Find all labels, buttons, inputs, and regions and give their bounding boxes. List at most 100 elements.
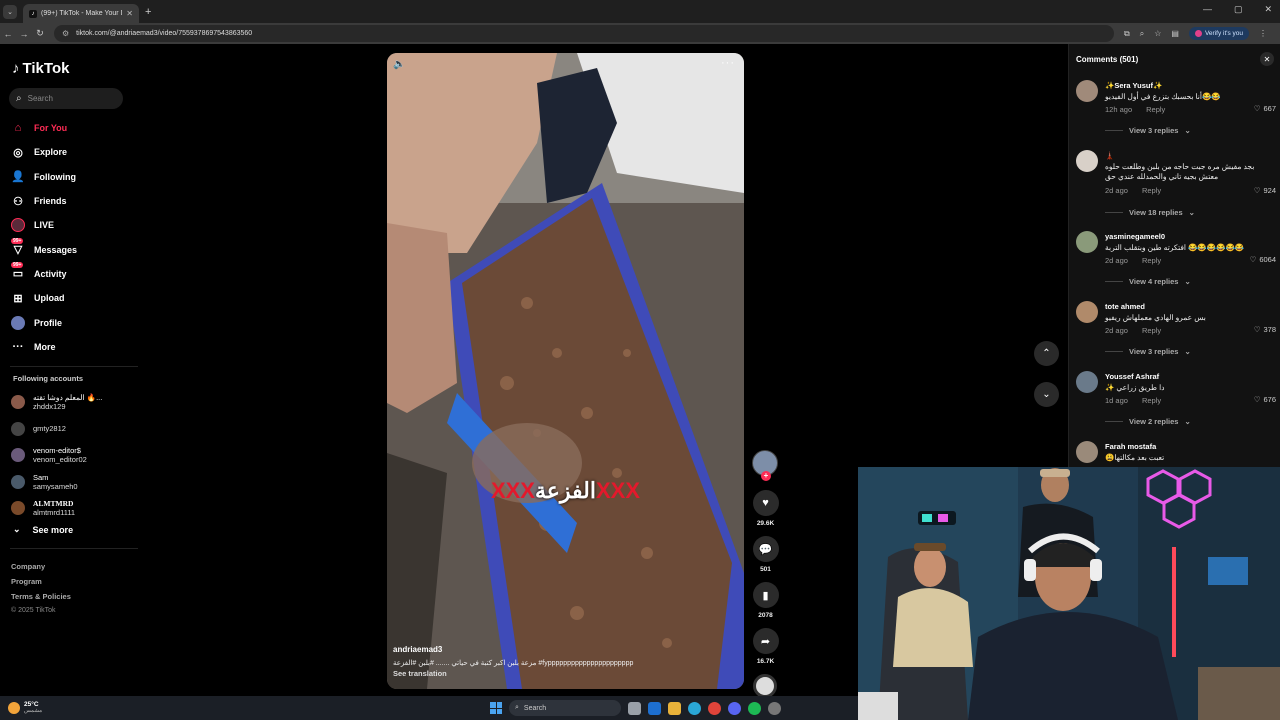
avatar[interactable] xyxy=(1076,150,1098,172)
app-icon[interactable] xyxy=(768,701,781,715)
following-account[interactable]: Sam samysameh0 xyxy=(11,469,102,496)
chrome-icon[interactable] xyxy=(708,701,721,715)
following-account[interactable]: المعلم دوشا تقته 🔥... zhddx129 xyxy=(11,389,102,416)
view-replies-button[interactable]: View 2 replies ⌄ xyxy=(1105,417,1191,426)
url-bar[interactable]: ⚙ tiktok.com/@andriaemad3/video/75593786… xyxy=(54,25,1114,42)
comment-username[interactable]: Farah mostafa xyxy=(1105,442,1156,451)
windows-start-icon[interactable] xyxy=(490,702,502,714)
new-tab-button[interactable]: + xyxy=(145,6,151,18)
comment-like[interactable]: ♡ 378 xyxy=(1254,325,1276,334)
view-replies-button[interactable]: View 3 replies ⌄ xyxy=(1105,126,1191,135)
verify-button[interactable]: Verify it's you xyxy=(1188,27,1250,40)
install-app-icon[interactable]: ⧉ xyxy=(1124,29,1130,39)
like-count: 29.6K xyxy=(756,520,775,527)
creator-avatar[interactable]: + xyxy=(752,450,778,481)
video-author[interactable]: andriaemad3 xyxy=(393,645,442,654)
tab-search-button[interactable]: ⌄ xyxy=(3,4,17,19)
see-translation-link[interactable]: See translation xyxy=(393,669,447,678)
file-explorer-icon[interactable] xyxy=(668,701,681,715)
more-options-icon[interactable]: ··· xyxy=(721,57,735,69)
reply-button[interactable]: Reply xyxy=(1142,326,1161,335)
extensions-icon[interactable]: ▤ xyxy=(1171,29,1179,38)
footer-terms-link[interactable]: Terms & Policies xyxy=(11,590,71,605)
bookmark-star-icon[interactable]: ☆ xyxy=(1154,29,1161,38)
nav-more[interactable]: ··· More xyxy=(11,335,77,359)
view-replies-label: View 4 replies xyxy=(1129,277,1179,286)
music-disc-icon[interactable] xyxy=(753,674,777,698)
nav-explore[interactable]: ◎ Explore xyxy=(11,140,77,164)
comment-like[interactable]: ♡ 676 xyxy=(1254,395,1276,404)
nav-friends[interactable]: ⚇ Friends xyxy=(11,189,77,213)
view-replies-button[interactable]: View 18 replies ⌄ xyxy=(1105,208,1195,217)
comment-like[interactable]: ♡ 924 xyxy=(1254,186,1276,195)
avatar[interactable] xyxy=(1076,231,1098,253)
video-player[interactable]: 🔈 ··· XXXالفزعةXXX andriaemad3 مزعة بلبن… xyxy=(387,53,744,689)
following-account[interactable]: ALMTMRD almtmrd1111 xyxy=(11,495,102,522)
volume-icon[interactable]: 🔈 xyxy=(393,59,405,70)
nav-messages[interactable]: ▽ 99+ Messages xyxy=(11,237,77,261)
search-input[interactable]: ⌕ Search xyxy=(9,88,123,109)
reply-button[interactable]: Reply xyxy=(1142,396,1161,405)
minimize-icon[interactable]: — xyxy=(1203,4,1212,15)
avatar[interactable] xyxy=(1076,301,1098,323)
avatar[interactable] xyxy=(1076,441,1098,463)
comment-username[interactable]: Youssef Ashraf xyxy=(1105,372,1159,381)
task-view-icon[interactable] xyxy=(628,701,641,715)
comment-username[interactable]: 🗼 xyxy=(1105,151,1114,160)
comment-username[interactable]: tote ahmed xyxy=(1105,302,1145,311)
following-account[interactable]: gmty2812 xyxy=(11,416,102,443)
reply-button[interactable]: Reply xyxy=(1146,105,1165,114)
reload-icon[interactable]: ↻ xyxy=(32,28,48,39)
view-replies-button[interactable]: View 3 replies ⌄ xyxy=(1105,347,1191,356)
weather-widget[interactable]: 25°C مشمس xyxy=(8,701,42,715)
search-placeholder: Search xyxy=(27,94,53,103)
heart-icon[interactable]: ♥ xyxy=(752,490,779,516)
reply-button[interactable]: Reply xyxy=(1142,256,1161,265)
nav-for-you[interactable]: ⌂ For You xyxy=(11,116,77,140)
back-icon[interactable]: ← xyxy=(0,29,16,39)
site-info-icon[interactable]: ⚙ xyxy=(62,29,69,38)
outlook-icon[interactable] xyxy=(648,701,661,715)
forward-icon[interactable]: → xyxy=(16,29,32,39)
see-more-button[interactable]: ⌄ See more xyxy=(13,524,73,535)
tab-close-icon[interactable]: ✕ xyxy=(126,9,133,18)
previous-video-chevron-up-icon[interactable]: ⌃ xyxy=(1034,341,1059,366)
upload-icon: ⊞ xyxy=(13,292,23,305)
comment-like[interactable]: ♡ 667 xyxy=(1254,104,1276,113)
view-replies-label: View 18 replies xyxy=(1129,208,1183,217)
nav-upload[interactable]: ⊞ Upload xyxy=(11,286,77,310)
nav-live[interactable]: LIVE xyxy=(11,213,77,237)
close-icon[interactable]: ✕ xyxy=(1260,52,1274,66)
browser-menu-icon[interactable]: ⋮ xyxy=(1259,29,1267,38)
account-handle: samysameh0 xyxy=(33,481,78,491)
avatar[interactable] xyxy=(1076,80,1098,102)
comment-like-count: 6064 xyxy=(1259,255,1276,264)
discord-icon[interactable] xyxy=(728,701,741,715)
footer-program-link[interactable]: Program xyxy=(11,575,71,590)
bookmark-icon[interactable]: ▮ xyxy=(752,582,779,608)
follow-plus-icon[interactable]: + xyxy=(761,471,771,481)
comment-icon[interactable]: 💬 xyxy=(752,536,779,562)
comment-like[interactable]: ♡ 6064 xyxy=(1250,255,1276,264)
avatar[interactable] xyxy=(1076,371,1098,393)
nav-profile[interactable]: Profile xyxy=(11,310,77,334)
browser-tab[interactable]: ♪ (99+) TikTok - Make Your Day ✕ xyxy=(23,4,139,23)
view-replies-button[interactable]: View 4 replies ⌄ xyxy=(1105,277,1191,286)
next-video-chevron-down-icon[interactable]: ⌄ xyxy=(1034,382,1059,407)
footer-company-link[interactable]: Company xyxy=(11,560,71,575)
share-icon[interactable]: ➦ xyxy=(752,628,779,654)
reply-button[interactable]: Reply xyxy=(1142,186,1161,195)
comment-username[interactable]: yasminegameel0 xyxy=(1105,232,1165,241)
following-account[interactable]: venom-editor$ venom_editor02 xyxy=(11,442,102,469)
edge-icon[interactable] xyxy=(688,701,701,715)
nav-activity[interactable]: ▭ 99+ Activity xyxy=(11,261,77,286)
close-window-icon[interactable]: ✕ xyxy=(1264,4,1272,15)
tiktok-logo[interactable]: ♪ TikTok xyxy=(12,60,69,77)
zoom-icon[interactable]: ⌕ xyxy=(1140,29,1144,39)
spotify-icon[interactable] xyxy=(748,701,761,715)
maximize-icon[interactable]: ▢ xyxy=(1234,4,1243,15)
nav-following[interactable]: 👤 Following xyxy=(11,165,77,189)
heart-outline-icon: ♡ xyxy=(1253,395,1261,404)
comment-username[interactable]: ✨Sera Yusuf✨ xyxy=(1105,81,1162,90)
taskbar-search[interactable]: ⌕ Search xyxy=(509,700,621,716)
